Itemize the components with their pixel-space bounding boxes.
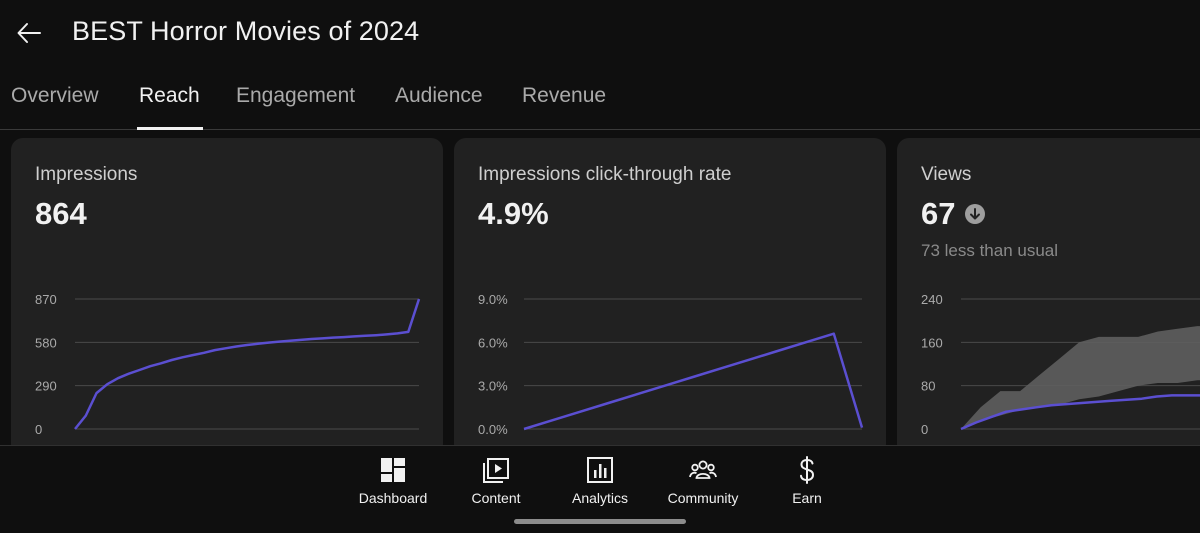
back-button[interactable] (10, 14, 48, 52)
nav-label: Content (471, 490, 521, 506)
nav-label: Dashboard (358, 490, 428, 506)
active-tab-indicator (137, 127, 203, 130)
y-tick-label: 6.0% (478, 335, 508, 350)
community-icon (689, 460, 717, 479)
bottom-nav: Dashboard Content Analytics Community Ea… (0, 445, 1200, 513)
nav-earn[interactable]: Earn (757, 456, 857, 510)
home-indicator (514, 519, 686, 524)
y-tick-label: 0 (35, 422, 42, 437)
tab-audience[interactable]: Audience (395, 84, 483, 108)
y-tick-label: 290 (35, 379, 57, 394)
nav-label: Community (667, 490, 739, 506)
tab-engagement[interactable]: Engagement (236, 84, 355, 108)
y-tick-label: 870 (35, 292, 57, 307)
tab-revenue[interactable]: Revenue (522, 84, 606, 108)
impressions-chart: 870 580 290 0 (35, 292, 421, 437)
nav-dashboard[interactable]: Dashboard (343, 456, 443, 510)
dashboard-icon (381, 458, 405, 482)
impressions-card[interactable]: Impressions 864 870 580 290 0 (11, 138, 443, 456)
usual-range-band (961, 326, 1200, 429)
ctr-card[interactable]: Impressions click-through rate 4.9% 9.0%… (454, 138, 886, 456)
series-line (74, 298, 421, 430)
content-icon (483, 458, 509, 483)
series-line (523, 332, 864, 431)
y-tick-label: 9.0% (478, 292, 508, 307)
nav-label: Analytics (571, 490, 629, 506)
views-chart: 240 160 80 0 (921, 292, 1200, 437)
top-bar: BEST Horror Movies of 2024 (0, 0, 1200, 68)
y-tick-label: 80 (921, 379, 935, 394)
y-tick-label: 160 (921, 335, 943, 350)
y-tick-label: 240 (921, 292, 943, 307)
analytics-icon (587, 457, 613, 483)
tab-overview[interactable]: Overview (11, 84, 99, 108)
tab-bar: Overview Reach Engagement Audience Reven… (0, 72, 1200, 130)
page-title: BEST Horror Movies of 2024 (72, 16, 420, 46)
y-tick-label: 580 (35, 335, 57, 350)
views-card[interactable]: Views 67 73 less than usual 240 160 80 0 (897, 138, 1200, 456)
earn-icon (800, 456, 815, 484)
y-tick-label: 0 (921, 422, 928, 437)
y-tick-label: 3.0% (478, 379, 508, 394)
tab-reach[interactable]: Reach (139, 84, 200, 108)
nav-label: Earn (792, 490, 822, 506)
nav-analytics[interactable]: Analytics (550, 456, 650, 510)
arrow-left-icon (17, 23, 41, 43)
nav-content[interactable]: Content (446, 456, 546, 510)
y-tick-label: 0.0% (478, 422, 508, 437)
ctr-chart: 9.0% 6.0% 3.0% 0.0% (478, 292, 864, 437)
nav-community[interactable]: Community (653, 456, 753, 510)
